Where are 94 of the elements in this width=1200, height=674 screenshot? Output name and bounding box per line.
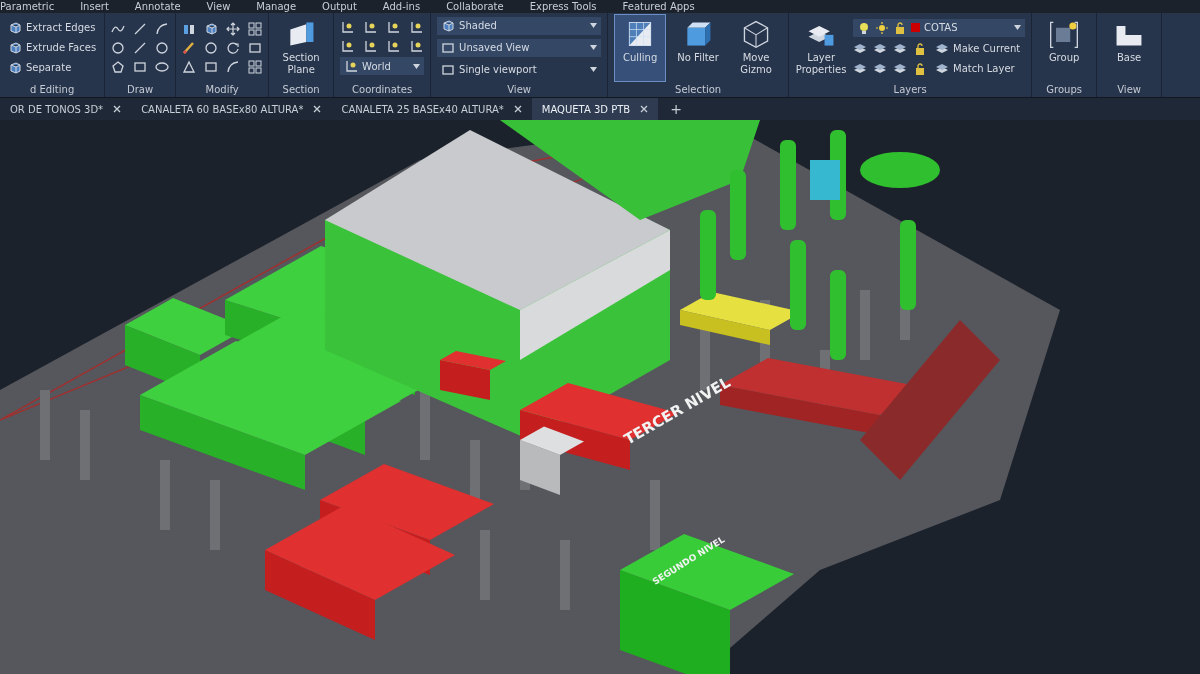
view-dropdown[interactable]: Single viewport [437, 60, 602, 79]
close-icon[interactable] [513, 105, 522, 113]
grid-icon[interactable] [248, 21, 263, 36]
rectangle-icon[interactable] [204, 59, 219, 74]
ribbon-tab[interactable]: Annotate [134, 0, 181, 13]
document-tab[interactable]: OR DE TONOS 3D* [0, 98, 132, 120]
cube-icon[interactable] [8, 60, 22, 75]
ribbon-button[interactable]: Culling [614, 13, 667, 82]
sun-icon[interactable] [875, 20, 890, 35]
axis-icon[interactable] [363, 39, 378, 53]
layers-icon[interactable] [935, 61, 950, 76]
axis-icon[interactable] [363, 20, 378, 34]
layers-icon[interactable] [853, 41, 868, 56]
ribbon-button[interactable]: Section Plane [275, 13, 328, 82]
layers-icon[interactable] [935, 41, 950, 56]
layer-command-button[interactable]: Match Layer [933, 60, 1017, 77]
axis-icon[interactable] [409, 39, 424, 53]
view-dropdown[interactable]: Shaded [437, 16, 602, 35]
caret-icon[interactable] [413, 63, 421, 69]
polygon-icon[interactable] [111, 59, 126, 74]
layers-icon[interactable] [853, 61, 868, 76]
rectangle-icon[interactable] [441, 40, 456, 55]
ribbon-button[interactable]: Group [1038, 13, 1091, 82]
close-icon[interactable] [313, 105, 322, 113]
rotate-icon[interactable] [226, 40, 241, 55]
ribbon-tab[interactable]: Collaborate [446, 0, 504, 13]
ribbon-tab[interactable]: View [206, 0, 231, 13]
axis-icon[interactable] [340, 39, 355, 53]
ribbon-tab[interactable]: Insert [80, 0, 109, 13]
panel-title[interactable]: d Editing [29, 84, 75, 95]
document-tab[interactable]: CANALETA 60 BASEx80 ALTURA* [131, 98, 332, 120]
panel-title[interactable]: Coordinates [352, 84, 413, 95]
cube-icon[interactable] [8, 20, 22, 35]
ribbon-tab[interactable]: Manage [256, 0, 297, 13]
panel-title[interactable]: View [507, 84, 531, 95]
layers-icon[interactable] [893, 41, 908, 56]
caret-icon[interactable] [1014, 25, 1022, 30]
axis-icon[interactable] [344, 59, 359, 73]
arc-icon[interactable] [155, 21, 170, 36]
caret-icon[interactable] [590, 67, 598, 72]
command-button[interactable]: Extrude Faces [6, 39, 99, 56]
layer-properties-button[interactable]: Layer Properties [795, 13, 848, 82]
axis-icon[interactable] [340, 20, 355, 34]
document-tab[interactable]: CANALETA 25 BASEx40 ALTURA* [331, 98, 532, 120]
ribbon-tab[interactable]: Featured Apps [622, 0, 695, 13]
close-icon[interactable] [640, 105, 649, 113]
rectangle-icon[interactable] [248, 40, 263, 55]
layers-icon[interactable] [893, 61, 908, 76]
panel-title[interactable]: Selection [675, 84, 722, 95]
circle-icon[interactable] [155, 40, 170, 55]
ellipse-icon[interactable] [155, 59, 170, 74]
panel-title[interactable]: Modify [205, 84, 239, 95]
panel-title[interactable]: Draw [127, 84, 154, 95]
cross-arrows-icon[interactable] [226, 21, 241, 36]
close-icon[interactable] [113, 105, 122, 113]
ribbon-button[interactable]: No Filter [672, 13, 725, 82]
cube-icon[interactable] [8, 40, 22, 55]
line-icon[interactable] [133, 21, 148, 36]
panel-title[interactable]: Layers [893, 84, 927, 95]
ribbon-tab[interactable]: Parametric [0, 0, 55, 13]
caret-icon[interactable] [590, 23, 598, 28]
caret-icon[interactable] [590, 45, 598, 50]
axis-icon[interactable] [409, 20, 424, 34]
ribbon-button[interactable]: Base [1103, 13, 1156, 82]
cube-icon[interactable] [204, 21, 219, 36]
axis-icon[interactable] [386, 20, 401, 34]
layer-command-button[interactable]: Make Current [933, 40, 1023, 57]
ribbon-tab[interactable]: Add-ins [382, 0, 421, 13]
document-tab[interactable]: MAQUETA 3D PTB [531, 98, 659, 120]
axis-icon[interactable] [386, 39, 401, 53]
rectangle-icon[interactable] [133, 59, 148, 74]
ribbon-tab[interactable]: Express Tools [529, 0, 597, 13]
arc-icon[interactable] [226, 59, 241, 74]
circle-icon[interactable] [111, 40, 126, 55]
panel-title[interactable]: Section [282, 84, 320, 95]
line-icon[interactable] [133, 40, 148, 55]
grid-icon[interactable] [248, 59, 263, 74]
command-button[interactable]: Separate [6, 59, 99, 76]
coordinate-dropdown[interactable]: World [340, 57, 425, 75]
cube-icon[interactable] [441, 18, 456, 33]
ribbon-button[interactable]: Move Gizmo [730, 13, 783, 82]
new-tab-button[interactable]: + [658, 101, 694, 117]
ribbon-tab[interactable]: Output [322, 0, 357, 13]
layers-icon[interactable] [873, 61, 888, 76]
layers-icon[interactable] [873, 41, 888, 56]
circle-icon[interactable] [204, 40, 219, 55]
brush-icon[interactable] [182, 40, 197, 55]
triangle-icon[interactable] [182, 59, 197, 74]
rectangle-icon[interactable] [441, 62, 456, 77]
layer-dropdown[interactable]: COTAS [853, 18, 1026, 37]
command-button[interactable]: Extract Edges [6, 19, 99, 36]
panel-title[interactable]: Groups [1046, 84, 1082, 95]
view-dropdown[interactable]: Unsaved View [437, 38, 602, 57]
panel-title[interactable]: View [1117, 84, 1141, 95]
